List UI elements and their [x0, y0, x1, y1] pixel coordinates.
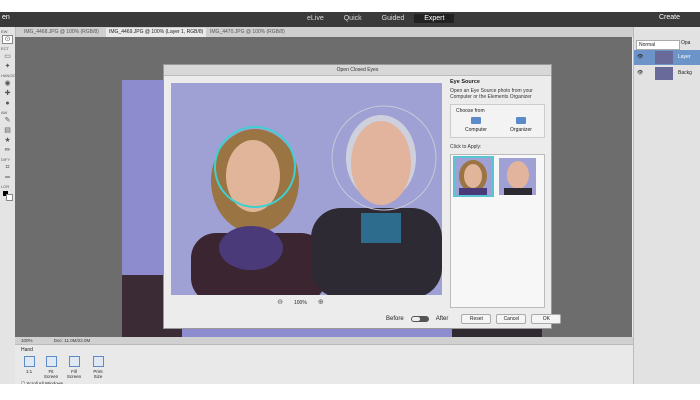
brush-tool-icon[interactable]: ✎ [2, 116, 13, 125]
reset-button[interactable]: Reset [461, 314, 492, 324]
cancel-button[interactable]: Cancel [496, 314, 527, 324]
one-to-one-icon [23, 356, 35, 367]
thumbnail-man-graphic [499, 158, 536, 195]
zoom-controls: ⊖ 100% ⊕ [276, 299, 325, 307]
fit-screen-button[interactable]: Fit Screen [42, 356, 60, 379]
tools-panel: EW ⊙ ECT ▭ ✦ HANCE ◉ ✚ ● AW ✎ ▤ ★ ✏ DIFY… [0, 27, 16, 400]
document-tab[interactable]: IMG_4468.JPG @ 100% (RGB/8) [21, 28, 102, 37]
tool-group-label: HANCE [1, 73, 16, 78]
layer-name: Backg [678, 70, 692, 76]
eye-thumbnail[interactable] [499, 158, 536, 195]
zoom-in-icon[interactable]: ⊕ [317, 299, 325, 307]
button-label: Fit Screen [43, 369, 59, 379]
ok-button[interactable]: OK [531, 314, 562, 324]
magic-wand-icon[interactable]: ✦ [2, 62, 13, 71]
open-menu[interactable]: en [2, 14, 10, 21]
organizer-label: Organizer [510, 127, 532, 133]
shape-tool-icon[interactable]: ★ [2, 136, 13, 145]
before-after-toggle[interactable] [410, 316, 429, 322]
mode-tabs: eLive Quick Guided Expert [297, 14, 455, 23]
actual-pixels-button[interactable]: 1:1 [20, 356, 38, 374]
bottom-margin [0, 384, 700, 400]
after-label: After [435, 316, 449, 322]
organizer-icon [516, 117, 526, 124]
computer-label: Computer [465, 127, 487, 133]
gradient-tool-icon[interactable]: ▤ [2, 126, 13, 135]
print-size-button[interactable]: Print Size [89, 356, 107, 379]
top-padding [0, 0, 700, 12]
document-tab-bar: IMG_4468.JPG @ 100% (RGB/8) IMG_4469.JPG… [13, 27, 633, 37]
status-doc-size: Doc: 11.0M/22.0M [53, 338, 91, 343]
fill-screen-icon [68, 356, 80, 367]
zoom-out-icon[interactable]: ⊖ [276, 299, 284, 307]
visibility-eye-icon[interactable]: 👁 [637, 54, 643, 60]
blend-mode-select[interactable]: Normal [636, 40, 680, 50]
red-eye-tool-icon[interactable]: ◉ [2, 79, 13, 88]
fill-screen-button[interactable]: Fill Screen [65, 356, 83, 379]
tab-guided[interactable]: Guided [372, 14, 415, 23]
tab-expert[interactable]: Expert [414, 14, 455, 23]
zoom-level: 100% [294, 300, 307, 306]
click-to-apply-label: Click to Apply: [450, 144, 482, 150]
layer-thumbnail [655, 67, 673, 80]
eye-source-description: Open an Eye Source photo from your Compu… [450, 88, 533, 100]
status-zoom: 100% [21, 338, 33, 343]
zoom-tool-icon[interactable]: ⊙ [2, 35, 13, 44]
open-closed-eyes-dialog: Open Closed Eyes ⊖ 100% ⊕ Eye Source Ope… [163, 64, 562, 329]
eye-thumbnail-selected[interactable] [453, 156, 494, 197]
color-swatches-icon[interactable] [2, 190, 13, 201]
visibility-eye-icon[interactable]: 👁 [637, 70, 643, 76]
layer-name: Layer [678, 54, 691, 60]
straighten-tool-icon[interactable]: ═ [2, 173, 13, 182]
layers-panel: Normal Opa 👁 Layer 👁 Backg [633, 27, 700, 400]
tab-elive[interactable]: eLive [297, 14, 334, 23]
thumbnail-woman-graphic [455, 158, 492, 195]
application-window: en eLive Quick Guided Expert Create IMG_… [0, 0, 700, 400]
mode-bar: en eLive Quick Guided Expert Create [0, 12, 700, 27]
tool-group-label: EW [1, 29, 8, 34]
tool-group-label: DIFY [1, 157, 11, 162]
healing-brush-icon[interactable]: ✚ [2, 89, 13, 98]
dialog-title: Open Closed Eyes [164, 65, 551, 76]
eye-source-panel: Eye Source Open an Eye Source photo from… [450, 79, 545, 308]
tool-group-label: AW [1, 110, 8, 115]
button-label: 1:1 [25, 369, 33, 374]
preview-people-graphic [171, 83, 442, 295]
tool-group-label: ECT [1, 46, 9, 51]
print-size-icon [92, 356, 104, 367]
tab-quick[interactable]: Quick [334, 14, 372, 23]
layer-row[interactable]: 👁 Backg [634, 66, 700, 81]
layer-thumbnail [655, 51, 673, 64]
computer-source-button[interactable]: Computer [461, 117, 491, 133]
organizer-source-button[interactable]: Organizer [506, 117, 536, 133]
eye-thumbnails-list [450, 154, 545, 308]
tool-options-title: Hand [21, 347, 33, 353]
before-label: Before [386, 316, 404, 322]
crop-tool-icon[interactable]: ⌗ [2, 163, 13, 172]
pencil-tool-icon[interactable]: ✏ [2, 146, 13, 155]
fit-screen-icon [45, 356, 57, 367]
layer-row-active[interactable]: 👁 Layer [634, 50, 700, 65]
eye-source-heading: Eye Source [450, 79, 480, 85]
button-label: Fill Screen [66, 369, 82, 379]
marquee-tool-icon[interactable]: ▭ [2, 52, 13, 61]
status-bar: 100% Doc: 11.0M/22.0M [15, 337, 633, 344]
document-tab-active[interactable]: IMG_4469.JPG @ 100% (Layer 1, RGB/8) [106, 28, 207, 37]
opacity-label: Opa [681, 40, 691, 46]
document-tab[interactable]: IMG_4470.JPG @ 100% (RGB/8) [207, 28, 288, 37]
folder-icon [471, 117, 481, 124]
tool-options-panel: Hand 1:1 Fit Screen Fill Screen Print Si… [15, 344, 633, 386]
choose-from-label: Choose from [456, 108, 485, 114]
dialog-preview-photo[interactable] [171, 83, 442, 295]
sponge-tool-icon[interactable]: ● [2, 99, 13, 108]
button-label: Print Size [93, 369, 103, 379]
create-menu[interactable]: Create [659, 14, 680, 21]
dialog-buttons: Before After Reset Cancel OK [386, 314, 562, 324]
tool-group-label: LOR [1, 184, 10, 189]
choose-from-box: Choose from Computer Organizer [450, 104, 545, 138]
